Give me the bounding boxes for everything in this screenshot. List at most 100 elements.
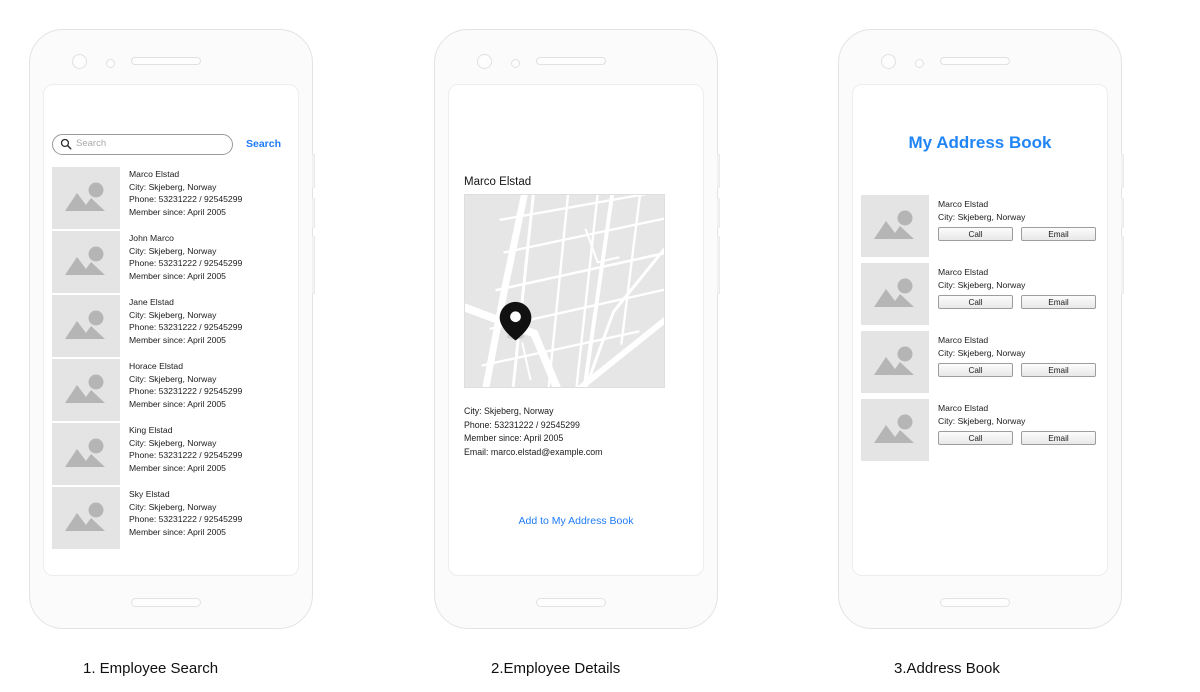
avatar [52,295,120,357]
contact-city: City: Skjeberg, Norway [938,347,1026,358]
front-camera-icon [477,54,492,69]
front-camera-icon [72,54,87,69]
proximity-sensor-icon [511,59,520,68]
image-placeholder-icon [874,210,914,239]
image-placeholder-icon [65,246,105,275]
search-bar-row: Search Search [44,130,298,158]
call-button[interactable]: Call [938,295,1013,310]
email-button[interactable]: Email [1021,431,1096,446]
employee-member-since: Member since: April 2005 [129,270,226,281]
phone-mockup-employee-search: Search Search Marco Elstad City: Skjeber… [29,29,315,629]
avatar [861,195,929,257]
volume-up-button[interactable] [717,154,720,188]
employee-city: City: Skjeberg, Norway [129,181,217,192]
volume-up-button[interactable] [1121,154,1124,188]
call-button[interactable]: Call [938,363,1013,378]
employee-info: John Marco City: Skjeberg, Norway Phone:… [129,231,242,282]
earpiece-speaker-icon [536,57,606,65]
page-title: My Address Book [908,133,1052,152]
avatar [861,331,929,393]
employee-info: Marco Elstad City: Skjeberg, Norway Phon… [129,167,242,218]
detail-city: City: Skjeberg, Norway [464,406,554,416]
map-graphic [465,195,664,387]
contact-name: Marco Elstad [938,267,989,277]
image-placeholder-icon [65,182,105,211]
avatar [52,167,120,229]
employee-list-item[interactable]: Jane Elstad City: Skjeberg, Norway Phone… [52,295,292,357]
employee-city: City: Skjeberg, Norway [129,501,217,512]
email-button[interactable]: Email [1021,227,1096,242]
search-input[interactable]: Search [52,133,233,155]
employee-detail-info: City: Skjeberg, Norway Phone: 53231222 /… [464,405,684,459]
power-button[interactable] [717,236,720,294]
image-placeholder-icon [65,502,105,531]
avatar [52,359,120,421]
image-placeholder-icon [874,414,914,443]
home-indicator [131,598,201,607]
email-button[interactable]: Email [1021,363,1096,378]
contact-city: City: Skjeberg, Norway [938,211,1026,222]
front-camera-icon [881,54,896,69]
contact-list-item[interactable]: Marco Elstad City: Skjeberg, Norway Call… [861,263,1101,325]
employee-member-since: Member since: April 2005 [129,462,226,473]
search-button[interactable]: Search [246,138,281,150]
contact-actions: Call Email [938,295,1096,310]
avatar [52,487,120,549]
avatar [861,263,929,325]
employee-member-since: Member since: April 2005 [129,334,226,345]
screen-employee-details: Marco Elstad City: Skjeberg, Norway Phon… [448,84,704,576]
location-map[interactable] [464,194,665,388]
contact-info: Marco Elstad City: Skjeberg, Norway Call… [938,195,1096,242]
contact-info: Marco Elstad City: Skjeberg, Norway Call… [938,263,1096,310]
employee-phone: Phone: 53231222 / 92545299 [129,386,243,397]
employee-member-since: Member since: April 2005 [129,526,226,537]
employee-name: Horace Elstad [129,361,183,371]
email-button[interactable]: Email [1021,295,1096,310]
call-button[interactable]: Call [938,431,1013,446]
volume-down-button[interactable] [1121,198,1124,228]
employee-name: Marco Elstad [129,169,180,179]
employee-list-item[interactable]: King Elstad City: Skjeberg, Norway Phone… [52,423,292,485]
contact-actions: Call Email [938,431,1096,446]
home-indicator [536,598,606,607]
earpiece-speaker-icon [131,57,201,65]
detail-member-since: Member since: April 2005 [464,433,564,443]
employee-list-item[interactable]: Marco Elstad City: Skjeberg, Norway Phon… [52,167,292,229]
caption-employee-search: 1. Employee Search [83,660,219,677]
employee-phone: Phone: 53231222 / 92545299 [129,322,243,333]
contact-name: Marco Elstad [938,199,989,209]
image-placeholder-icon [65,310,105,339]
screen-address-book: My Address Book Marco Elstad City: Skjeb… [852,84,1108,576]
employee-list-item[interactable]: John Marco City: Skjeberg, Norway Phone:… [52,231,292,293]
volume-down-button[interactable] [312,198,315,228]
employee-info: Sky Elstad City: Skjeberg, Norway Phone:… [129,487,242,538]
employee-info: Horace Elstad City: Skjeberg, Norway Pho… [129,359,242,410]
employee-phone: Phone: 53231222 / 92545299 [129,450,243,461]
earpiece-speaker-icon [940,57,1010,65]
employee-phone: Phone: 53231222 / 92545299 [129,258,243,269]
power-button[interactable] [1121,236,1124,294]
add-to-address-book-button[interactable]: Add to My Address Book [449,515,703,527]
employee-member-since: Member since: April 2005 [129,398,226,409]
search-icon [60,138,72,150]
proximity-sensor-icon [106,59,115,68]
employee-city: City: Skjeberg, Norway [129,309,217,320]
contact-list-item[interactable]: Marco Elstad City: Skjeberg, Norway Call… [861,331,1101,393]
contact-list-item[interactable]: Marco Elstad City: Skjeberg, Norway Call… [861,195,1101,257]
call-button[interactable]: Call [938,227,1013,242]
detail-email: Email: marco.elstad@example.com [464,446,603,457]
employee-list-item[interactable]: Sky Elstad City: Skjeberg, Norway Phone:… [52,487,292,549]
volume-up-button[interactable] [312,154,315,188]
employee-info: Jane Elstad City: Skjeberg, Norway Phone… [129,295,242,346]
employee-list-item[interactable]: Horace Elstad City: Skjeberg, Norway Pho… [52,359,292,421]
avatar [52,423,120,485]
employee-city: City: Skjeberg, Norway [129,245,217,256]
search-input-placeholder: Search [76,138,107,150]
proximity-sensor-icon [915,59,924,68]
detail-phone: Phone: 53231222 / 92545299 [464,419,580,430]
volume-down-button[interactable] [717,198,720,228]
power-button[interactable] [312,236,315,294]
contact-city: City: Skjeberg, Norway [938,415,1026,426]
employee-name: Sky Elstad [129,489,170,499]
contact-list-item[interactable]: Marco Elstad City: Skjeberg, Norway Call… [861,399,1101,461]
